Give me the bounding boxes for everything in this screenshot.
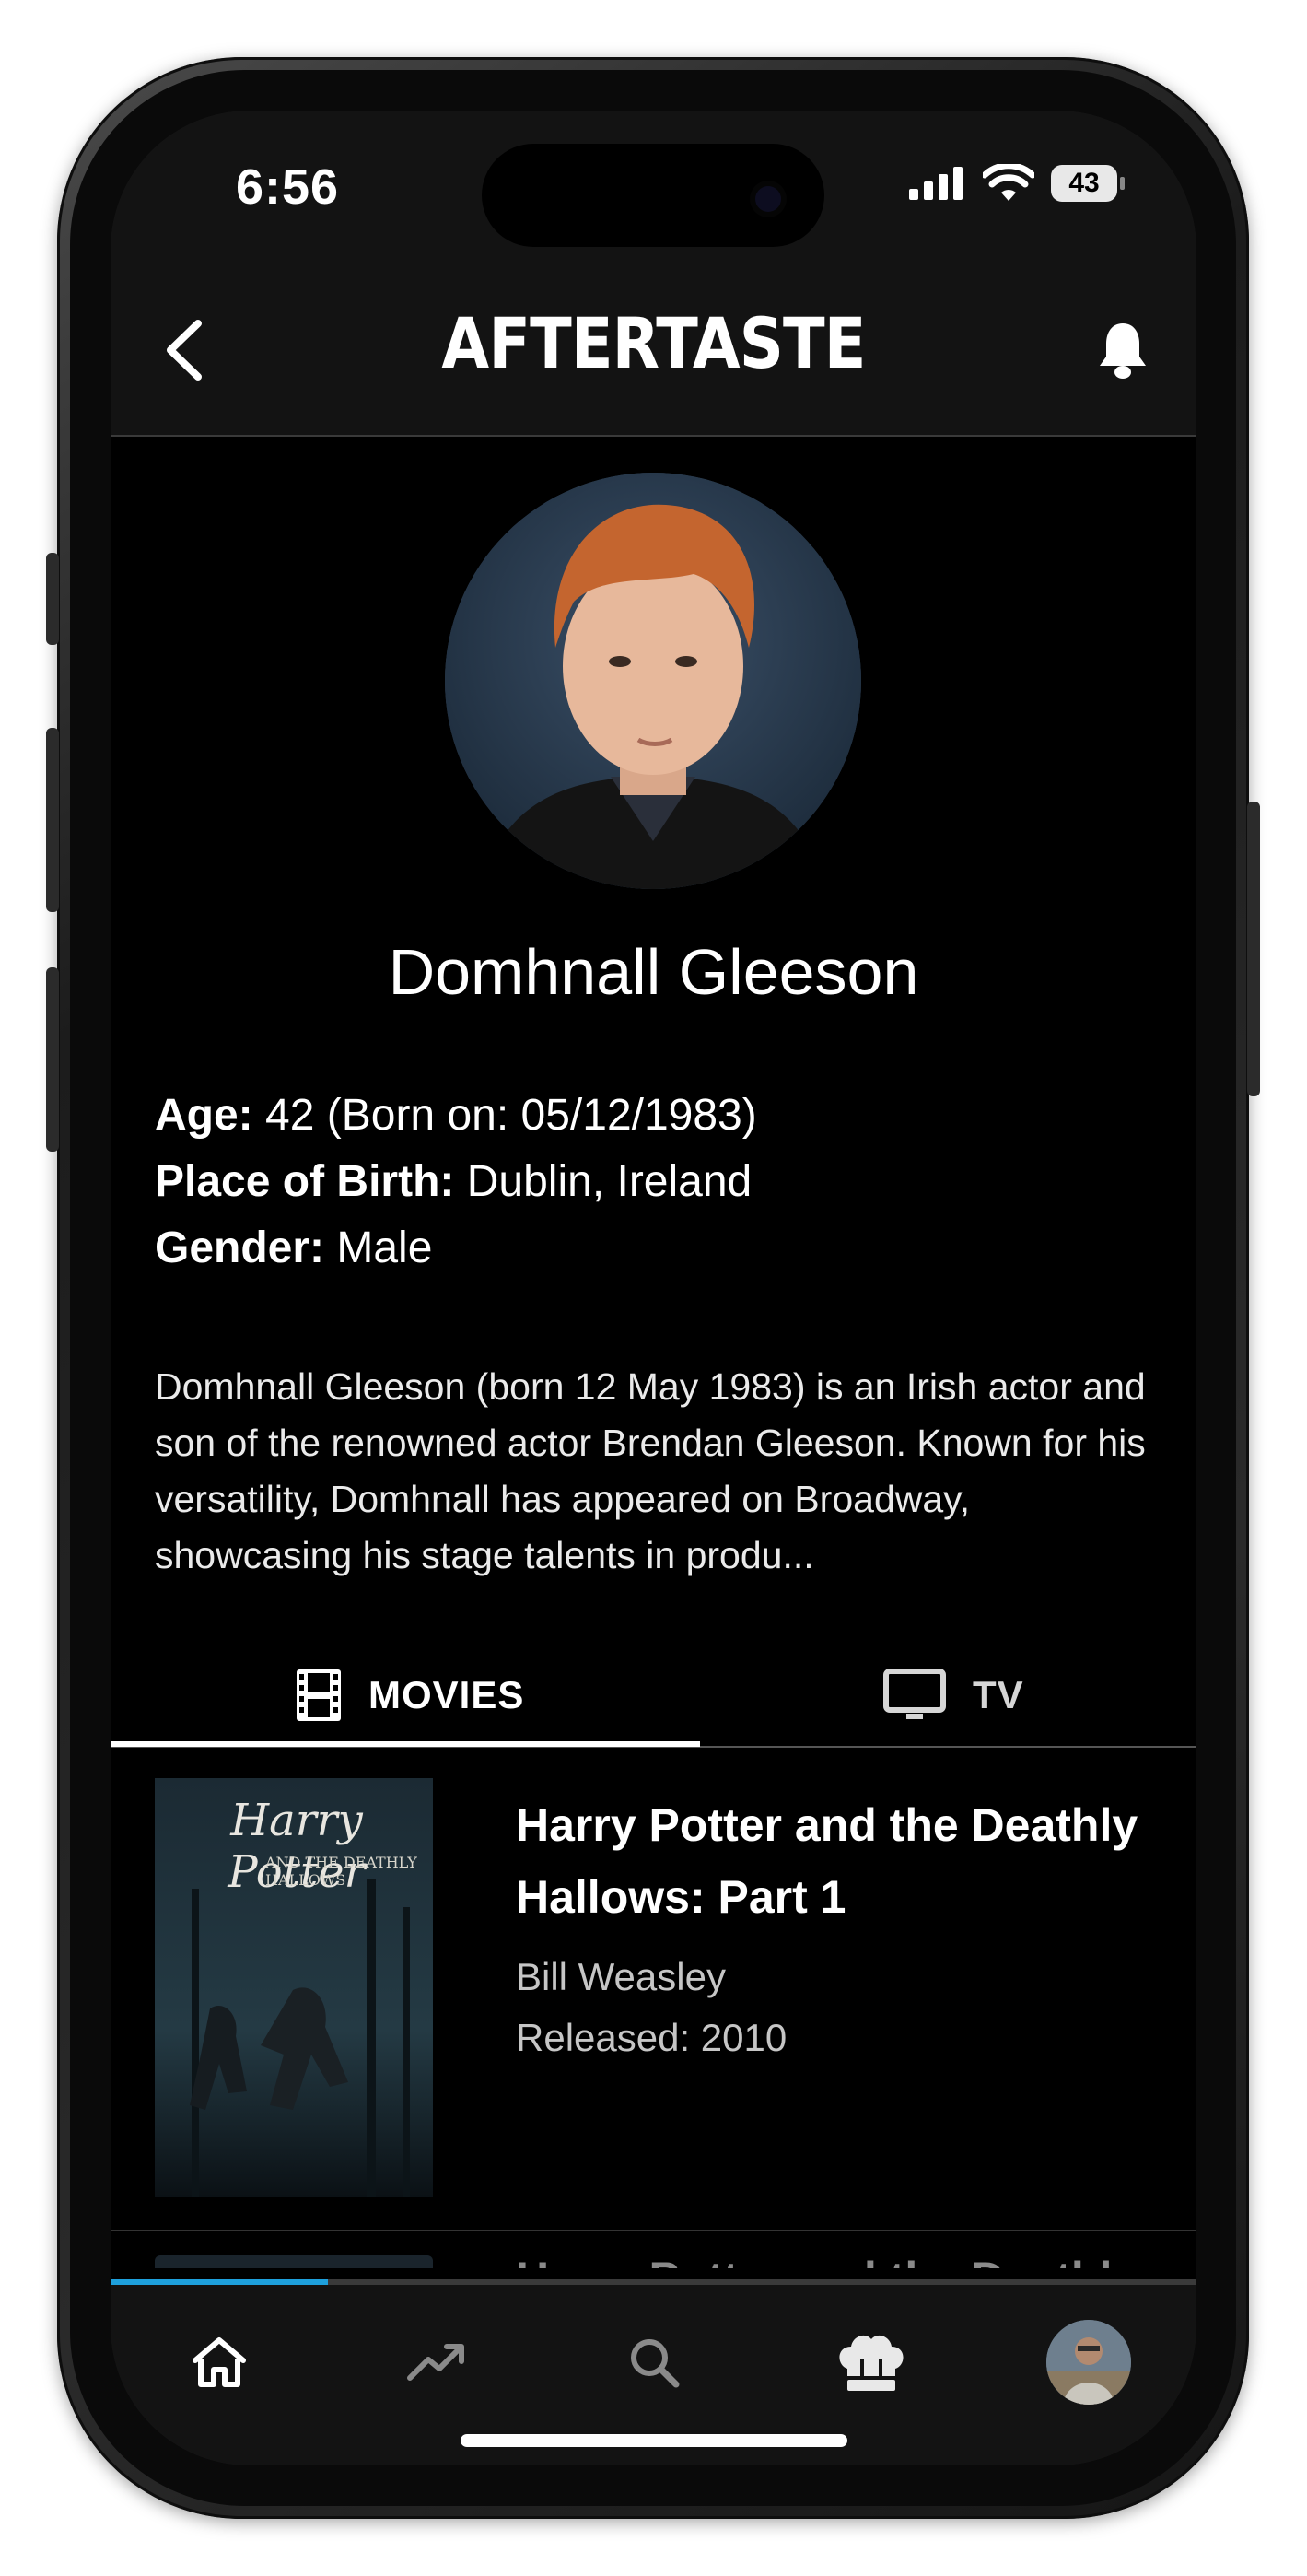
- movie-title[interactable]: Harry Potter and the Deathly Hallows: Pa…: [516, 1789, 1161, 1933]
- nav-home[interactable]: [164, 2307, 274, 2418]
- gender-row: Gender: Male: [155, 1215, 757, 1282]
- tab-movies-label: MOVIES: [368, 1673, 525, 1716]
- wifi-icon: [983, 164, 1034, 201]
- gender-label: Gender:: [155, 1224, 325, 1272]
- action-button: [46, 553, 59, 645]
- film-icon: [297, 1669, 341, 1721]
- movie-list-item[interactable]: Harry Potter and the Deathly: [111, 2231, 1196, 2268]
- front-camera: [755, 186, 781, 212]
- movie-poster[interactable]: Harry Potter and the Deathly Hallows: [155, 1778, 433, 2197]
- movie-list-item[interactable]: Harry Potter and the Deathly Hallows Har…: [111, 1751, 1196, 2231]
- volume-up-button: [46, 728, 59, 912]
- trending-icon: [407, 2344, 464, 2381]
- birthplace-row: Place of Birth: Dublin, Ireland: [155, 1149, 757, 1215]
- tab-tv-label: TV: [973, 1673, 1024, 1716]
- chef-hat-icon: [839, 2335, 904, 2391]
- status-time: 6:56: [236, 159, 340, 215]
- bell-icon: [1100, 323, 1146, 379]
- age-value: 42 (Born on: 05/12/1983): [265, 1091, 757, 1140]
- birthplace-label: Place of Birth:: [155, 1157, 455, 1206]
- birthplace-value: Dublin, Ireland: [466, 1157, 753, 1206]
- poster-subtitle-text: and the Deathly Hallows: [265, 1854, 417, 1889]
- notifications-button[interactable]: [1086, 309, 1160, 392]
- cellular-signal-icon: [909, 167, 963, 200]
- battery-indicator: 43: [1051, 165, 1125, 202]
- home-indicator[interactable]: [461, 2434, 847, 2447]
- nav-chef[interactable]: [816, 2307, 927, 2418]
- gender-value: Male: [336, 1224, 433, 1272]
- app-logo-title: AFTERTASTE: [441, 302, 866, 384]
- tab-movies[interactable]: MOVIES: [295, 1645, 524, 1746]
- movie-poster[interactable]: [155, 2255, 433, 2268]
- power-button: [1247, 802, 1260, 1096]
- movie-release: Released: 2010: [516, 2016, 788, 2059]
- tv-icon: [883, 1669, 946, 1719]
- screen: 6:56 43 AFTERTASTE Domhnall Gleeson Age:…: [111, 111, 1196, 2465]
- credits-tabs: MOVIES TV: [111, 1645, 1196, 1748]
- movie-character: Bill Weasley: [516, 1955, 726, 1998]
- tab-selected-indicator: [111, 1741, 700, 1747]
- nav-profile[interactable]: [1033, 2307, 1144, 2418]
- person-photo: [445, 473, 861, 889]
- search-icon: [631, 2339, 680, 2388]
- age-row: Age: 42 (Born on: 05/12/1983): [155, 1083, 757, 1149]
- status-bar: 6:56 43: [111, 111, 1196, 267]
- volume-down-button: [46, 967, 59, 1152]
- app-header: AFTERTASTE: [111, 267, 1196, 437]
- status-icons: 43: [907, 164, 1125, 203]
- age-label: Age:: [155, 1091, 253, 1140]
- nav-search[interactable]: [599, 2307, 709, 2418]
- movie-title[interactable]: Harry Potter and the Deathly: [516, 2255, 1161, 2268]
- profile-avatar-image: [1046, 2320, 1131, 2405]
- nav-trending[interactable]: [381, 2307, 492, 2418]
- home-icon: [193, 2337, 246, 2387]
- person-biography[interactable]: Domhnall Gleeson (born 12 May 1983) is a…: [155, 1359, 1159, 1584]
- person-name: Domhnall Gleeson: [388, 936, 919, 1008]
- person-portrait: [445, 473, 861, 889]
- tab-tv[interactable]: TV: [882, 1645, 1024, 1746]
- person-facts: Age: 42 (Born on: 05/12/1983) Place of B…: [155, 1083, 757, 1282]
- avatar: [1046, 2320, 1131, 2405]
